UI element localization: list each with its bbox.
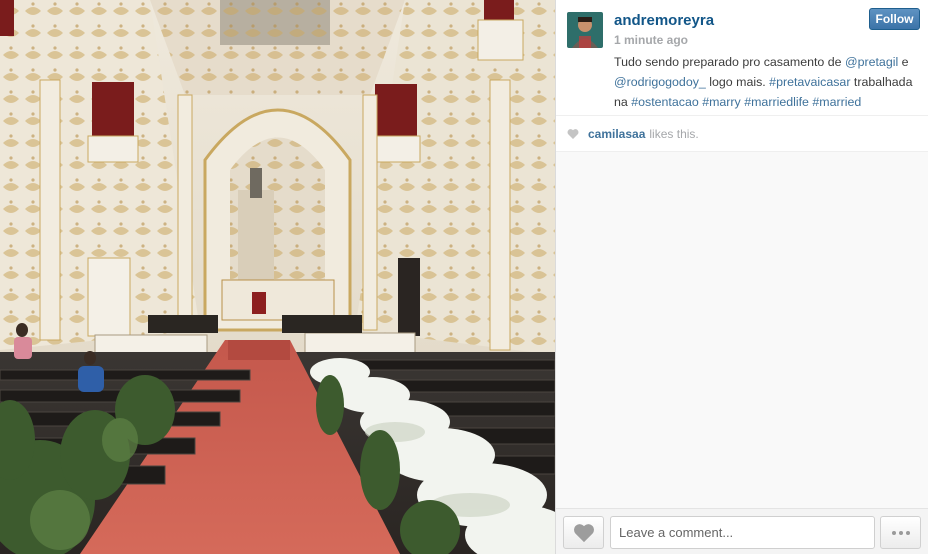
- follow-button[interactable]: Follow: [869, 8, 920, 30]
- caption-text: logo mais.: [705, 75, 770, 89]
- like-button[interactable]: [563, 516, 604, 549]
- post-header: andremoreyra 1 minute ago Follow Tudo se…: [556, 0, 928, 116]
- comment-bar: [556, 508, 928, 554]
- post-timestamp[interactable]: 1 minute ago: [614, 33, 688, 47]
- hashtag-link[interactable]: #marry: [702, 95, 741, 109]
- post-caption: Tudo sendo preparado pro casamento de @p…: [614, 52, 919, 112]
- username-link[interactable]: andremoreyra: [614, 12, 714, 29]
- church-interior-image: [0, 0, 555, 554]
- likes-text: likes this.: [649, 126, 699, 141]
- ellipsis-icon: [905, 530, 910, 535]
- more-options-button[interactable]: [880, 516, 921, 549]
- heart-icon: [573, 523, 594, 542]
- avatar[interactable]: [567, 12, 603, 48]
- mention-link[interactable]: @pretagil: [845, 55, 898, 69]
- user-avatar-image: [567, 12, 603, 48]
- caption-text: Tudo sendo preparado pro casamento de: [614, 55, 845, 69]
- mention-link[interactable]: @rodrigogodoy_: [614, 75, 706, 89]
- post-side-panel: andremoreyra 1 minute ago Follow Tudo se…: [555, 0, 928, 554]
- hashtag-link[interactable]: #marriedlife: [744, 95, 809, 109]
- comments-list: [556, 152, 928, 508]
- heart-icon: [567, 128, 579, 139]
- post-modal: andremoreyra 1 minute ago Follow Tudo se…: [0, 0, 928, 554]
- ellipsis-icon: [891, 530, 896, 535]
- ellipsis-icon: [898, 530, 903, 535]
- hashtag-link[interactable]: #married: [812, 95, 861, 109]
- hashtag-link[interactable]: #ostentacao: [631, 95, 699, 109]
- comment-input[interactable]: [610, 516, 875, 549]
- post-photo[interactable]: [0, 0, 555, 554]
- caption-text: e: [898, 55, 909, 69]
- hashtag-link[interactable]: #pretavaicasar: [769, 75, 850, 89]
- likes-row: camilasaa likes this.: [556, 116, 928, 152]
- liker-link[interactable]: camilasaa: [588, 127, 645, 141]
